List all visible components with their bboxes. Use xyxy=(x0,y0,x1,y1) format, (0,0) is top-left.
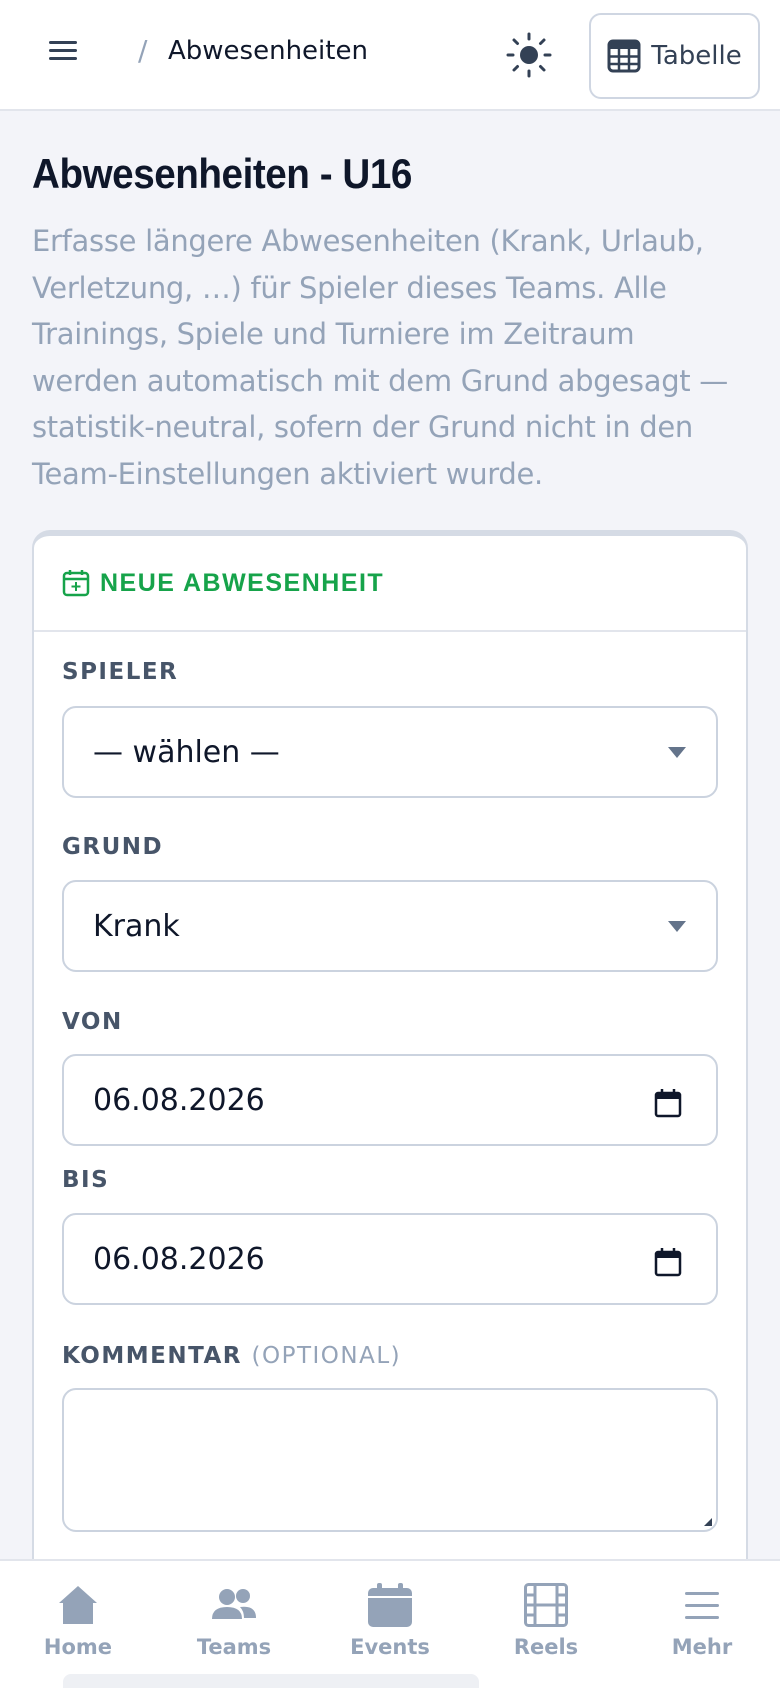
reason-select[interactable]: Krank xyxy=(62,880,718,972)
breadcrumb-separator: / xyxy=(138,34,148,67)
player-label: SPIELER xyxy=(62,659,179,685)
nav-teams-label: Teams xyxy=(196,1635,272,1659)
home-icon xyxy=(59,1586,97,1624)
calendar-plus-icon xyxy=(62,570,90,597)
breadcrumb-current: Abwesenheiten xyxy=(168,36,368,66)
nav-home-label: Home xyxy=(43,1635,113,1659)
calendar-icon[interactable] xyxy=(654,1247,682,1277)
reason-select-value: Krank xyxy=(93,908,180,944)
nav-more-label: Mehr xyxy=(671,1635,733,1659)
page-intro: Erfasse längere Abwesenheiten (Krank, Ur… xyxy=(32,224,728,491)
calendar-icon[interactable] xyxy=(654,1088,682,1118)
card-title: NEUE ABWESENHEIT xyxy=(100,568,385,597)
home-indicator xyxy=(63,1674,479,1688)
sun-icon xyxy=(506,32,552,78)
nav-teams[interactable]: Teams xyxy=(156,1561,312,1688)
to-date-label: BIS xyxy=(62,1167,110,1193)
reason-label: GRUND xyxy=(62,834,164,860)
chevron-down-icon xyxy=(668,747,686,758)
comment-optional-hint: (OPTIONAL) xyxy=(251,1343,402,1369)
film-icon xyxy=(524,1583,568,1627)
table-button-label: Tabelle xyxy=(651,41,742,71)
comment-label-text: KOMMENTAR xyxy=(62,1343,242,1369)
from-date-value: 06.08.2026 xyxy=(93,1082,265,1118)
card-header: NEUE ABWESENHEIT xyxy=(34,536,746,632)
hamburger-menu-button[interactable] xyxy=(44,36,84,72)
users-icon xyxy=(212,1589,256,1619)
from-date-label: VON xyxy=(62,1009,123,1035)
player-select-value: — wählen — xyxy=(93,734,280,770)
page-title: Abwesenheiten - U16 xyxy=(32,150,412,197)
nav-reels[interactable]: Reels xyxy=(468,1561,624,1688)
menu-line xyxy=(49,57,77,60)
nav-reels-label: Reels xyxy=(513,1635,579,1659)
nav-events[interactable]: Events xyxy=(312,1561,468,1688)
table-icon xyxy=(607,39,641,73)
resize-handle-icon[interactable] xyxy=(704,1518,712,1526)
theme-toggle-button[interactable] xyxy=(504,30,554,80)
comment-textarea[interactable] xyxy=(62,1388,718,1532)
nav-more[interactable]: Mehr xyxy=(624,1561,780,1688)
from-date-input[interactable]: 06.08.2026 xyxy=(62,1054,718,1146)
menu-line xyxy=(49,49,77,52)
menu-icon xyxy=(685,1592,719,1619)
to-date-input[interactable]: 06.08.2026 xyxy=(62,1213,718,1305)
top-bar: / Abwesenheiten Tabelle xyxy=(0,0,780,111)
menu-line xyxy=(49,41,77,44)
nav-events-label: Events xyxy=(350,1635,430,1659)
table-view-button[interactable]: Tabelle xyxy=(589,13,760,99)
to-date-value: 06.08.2026 xyxy=(93,1241,265,1277)
nav-home[interactable]: Home xyxy=(0,1561,156,1688)
comment-label: KOMMENTAR (OPTIONAL) xyxy=(62,1343,401,1369)
calendar-icon xyxy=(368,1583,412,1627)
player-select[interactable]: — wählen — xyxy=(62,706,718,798)
bottom-navigation: Home Teams Events Reels Mehr xyxy=(0,1559,780,1688)
chevron-down-icon xyxy=(668,921,686,932)
